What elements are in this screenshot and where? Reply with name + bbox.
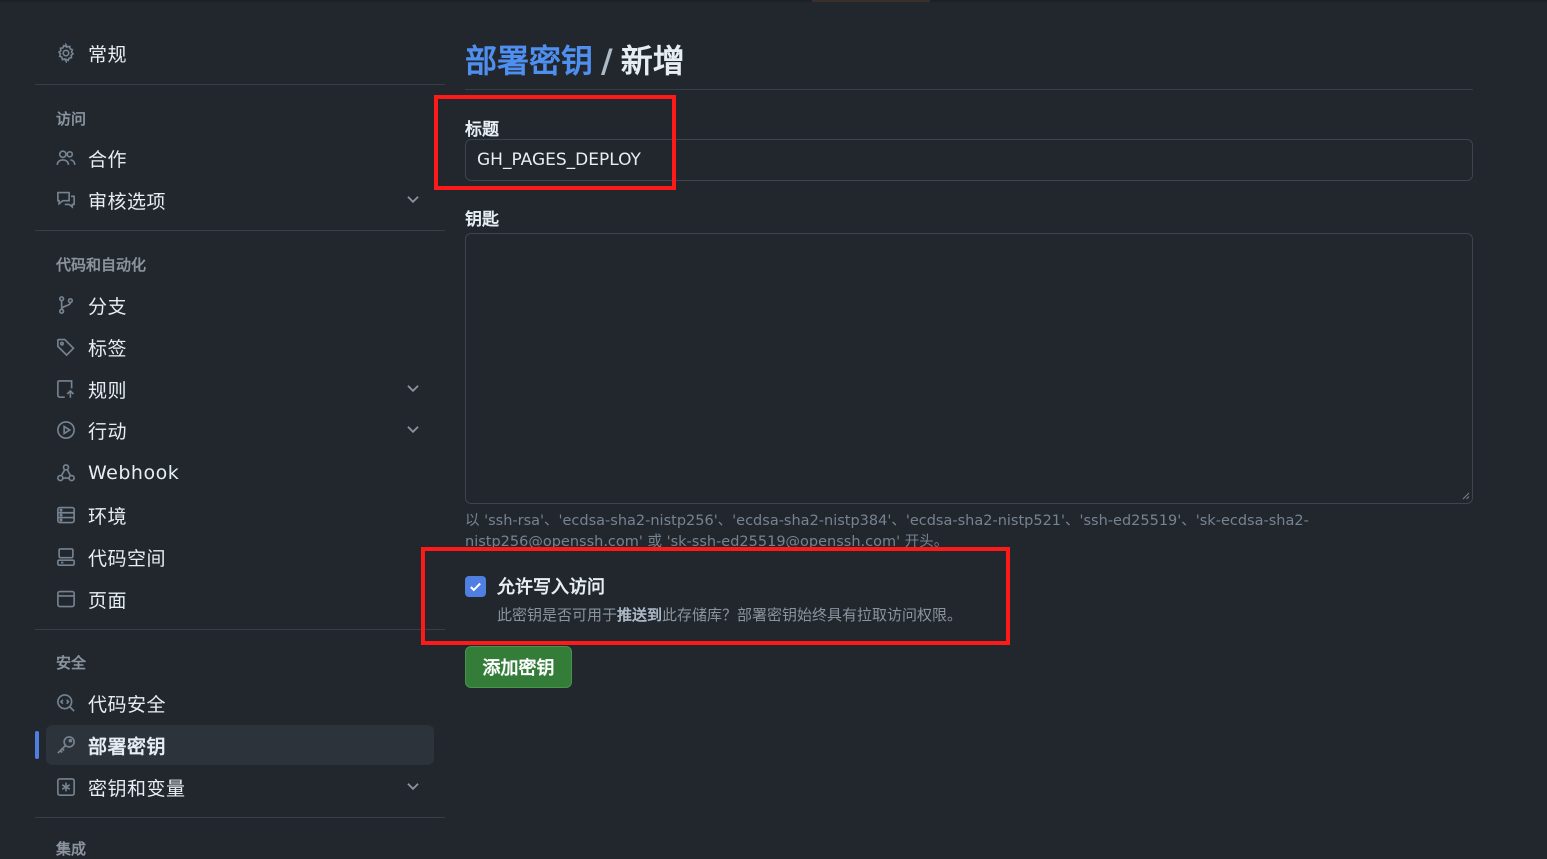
server-icon <box>54 503 78 527</box>
checkmark-icon <box>470 582 481 591</box>
sidebar-item-environments[interactable]: 环境 <box>46 495 434 535</box>
sidebar-item-label: 常规 <box>88 43 128 66</box>
sidebar-item-secrets-variables[interactable]: 密钥和变量 <box>46 767 434 807</box>
write-access-checkbox[interactable] <box>465 575 486 597</box>
sidebar-item-label: 规则 <box>88 379 128 402</box>
sidebar-item-tags[interactable]: 标签 <box>46 327 434 367</box>
chevron-down-icon[interactable] <box>404 379 422 397</box>
sidebar-item-label: 标签 <box>88 337 128 360</box>
sidebar-item-pages[interactable]: 页面 <box>46 579 434 619</box>
write-access-option[interactable]: 允许写入访问 <box>465 573 605 599</box>
title-divider <box>465 89 1473 90</box>
sidebar-item-general[interactable]: 常规 <box>46 33 434 73</box>
deploy-key-form: 部署密钥/新增 标题 钥匙 以 'ssh-rsa'、'ecdsa-sha2-ni… <box>465 0 1475 846</box>
title-field-label: 标题 <box>465 120 499 140</box>
resize-grip-icon[interactable] <box>1460 490 1470 500</box>
sidebar-item-label: 分支 <box>88 295 128 318</box>
selected-indicator <box>35 731 39 759</box>
chevron-down-icon[interactable] <box>404 190 422 208</box>
section-heading-code-automation: 代码和自动化 <box>56 256 147 274</box>
browser-icon <box>54 587 78 611</box>
sidebar-item-label: 行动 <box>88 420 128 443</box>
people-icon <box>54 146 78 170</box>
settings-sidebar: 常规 访问 合作 审核选项 代码和自动化 分支 标签 规则 行动 Webhook… <box>0 0 445 858</box>
key-asterisk-icon <box>54 775 78 799</box>
sidebar-divider <box>35 817 445 818</box>
chevron-down-icon[interactable] <box>404 420 422 438</box>
section-heading-access: 访问 <box>56 110 87 128</box>
key-icon <box>54 733 78 757</box>
sidebar-item-rules[interactable]: 规则 <box>46 369 434 409</box>
key-field-label: 钥匙 <box>465 210 499 230</box>
play-circle-icon <box>54 418 78 442</box>
git-branch-icon <box>54 293 78 317</box>
title-input[interactable] <box>465 139 1473 181</box>
sidebar-item-collaborators[interactable]: 合作 <box>46 138 434 178</box>
breadcrumb-deploy-keys-link[interactable]: 部署密钥 <box>465 42 593 80</box>
sidebar-item-deploy-keys[interactable]: 部署密钥 <box>35 725 434 765</box>
sidebar-divider <box>35 84 445 85</box>
section-heading-security: 安全 <box>56 654 87 672</box>
codescan-icon <box>54 691 78 715</box>
add-key-button[interactable]: 添加密钥 <box>465 646 572 688</box>
sidebar-item-label: 部署密钥 <box>88 735 167 758</box>
sidebar-divider <box>35 230 445 231</box>
sidebar-item-moderation[interactable]: 审核选项 <box>46 180 434 220</box>
sidebar-divider <box>35 629 445 630</box>
sidebar-item-label: 审核选项 <box>88 190 167 213</box>
key-textarea[interactable] <box>465 233 1473 504</box>
gear-icon <box>54 41 78 65</box>
sidebar-item-code-security[interactable]: 代码安全 <box>46 683 434 723</box>
codespaces-icon <box>54 545 78 569</box>
sidebar-item-label: 代码安全 <box>88 693 167 716</box>
sidebar-item-label: 代码空间 <box>88 547 167 570</box>
write-access-desc-bold: 推送到 <box>617 606 663 624</box>
sidebar-item-webhooks[interactable]: Webhook <box>46 453 434 493</box>
section-heading-integrations: 集成 <box>56 840 87 858</box>
page-title: 部署密钥 / 新增 <box>465 36 685 82</box>
chevron-down-icon[interactable] <box>404 777 422 795</box>
tag-icon <box>54 335 78 359</box>
sidebar-item-codespaces[interactable]: 代码空间 <box>46 537 434 577</box>
sidebar-item-branches[interactable]: 分支 <box>46 285 434 325</box>
write-access-label: 允许写入访问 <box>497 577 605 598</box>
sidebar-item-label: 合作 <box>88 148 128 171</box>
key-format-help-text: 以 'ssh-rsa'、'ecdsa-sha2-nistp256'、'ecdsa… <box>465 513 1309 550</box>
comment-discussion-icon <box>54 188 78 212</box>
sidebar-item-label: 密钥和变量 <box>88 777 186 800</box>
breadcrumb-current: 新增 <box>620 42 685 80</box>
sidebar-item-label: 页面 <box>88 589 128 612</box>
sidebar-item-label: Webhook <box>88 462 180 484</box>
write-access-desc-pre: 此密钥是否可用于 <box>497 606 618 624</box>
breadcrumb-separator: / <box>601 42 613 80</box>
repo-push-icon <box>54 377 78 401</box>
webhook-icon <box>54 461 78 485</box>
write-access-description: 此密钥是否可用于推送到此存储库？部署密钥始终具有拉取访问权限。 <box>497 604 962 625</box>
sidebar-item-actions[interactable]: 行动 <box>46 410 434 450</box>
write-access-desc-post: 此存储库？部署密钥始终具有拉取访问权限。 <box>662 606 963 624</box>
sidebar-item-label: 环境 <box>88 505 128 528</box>
